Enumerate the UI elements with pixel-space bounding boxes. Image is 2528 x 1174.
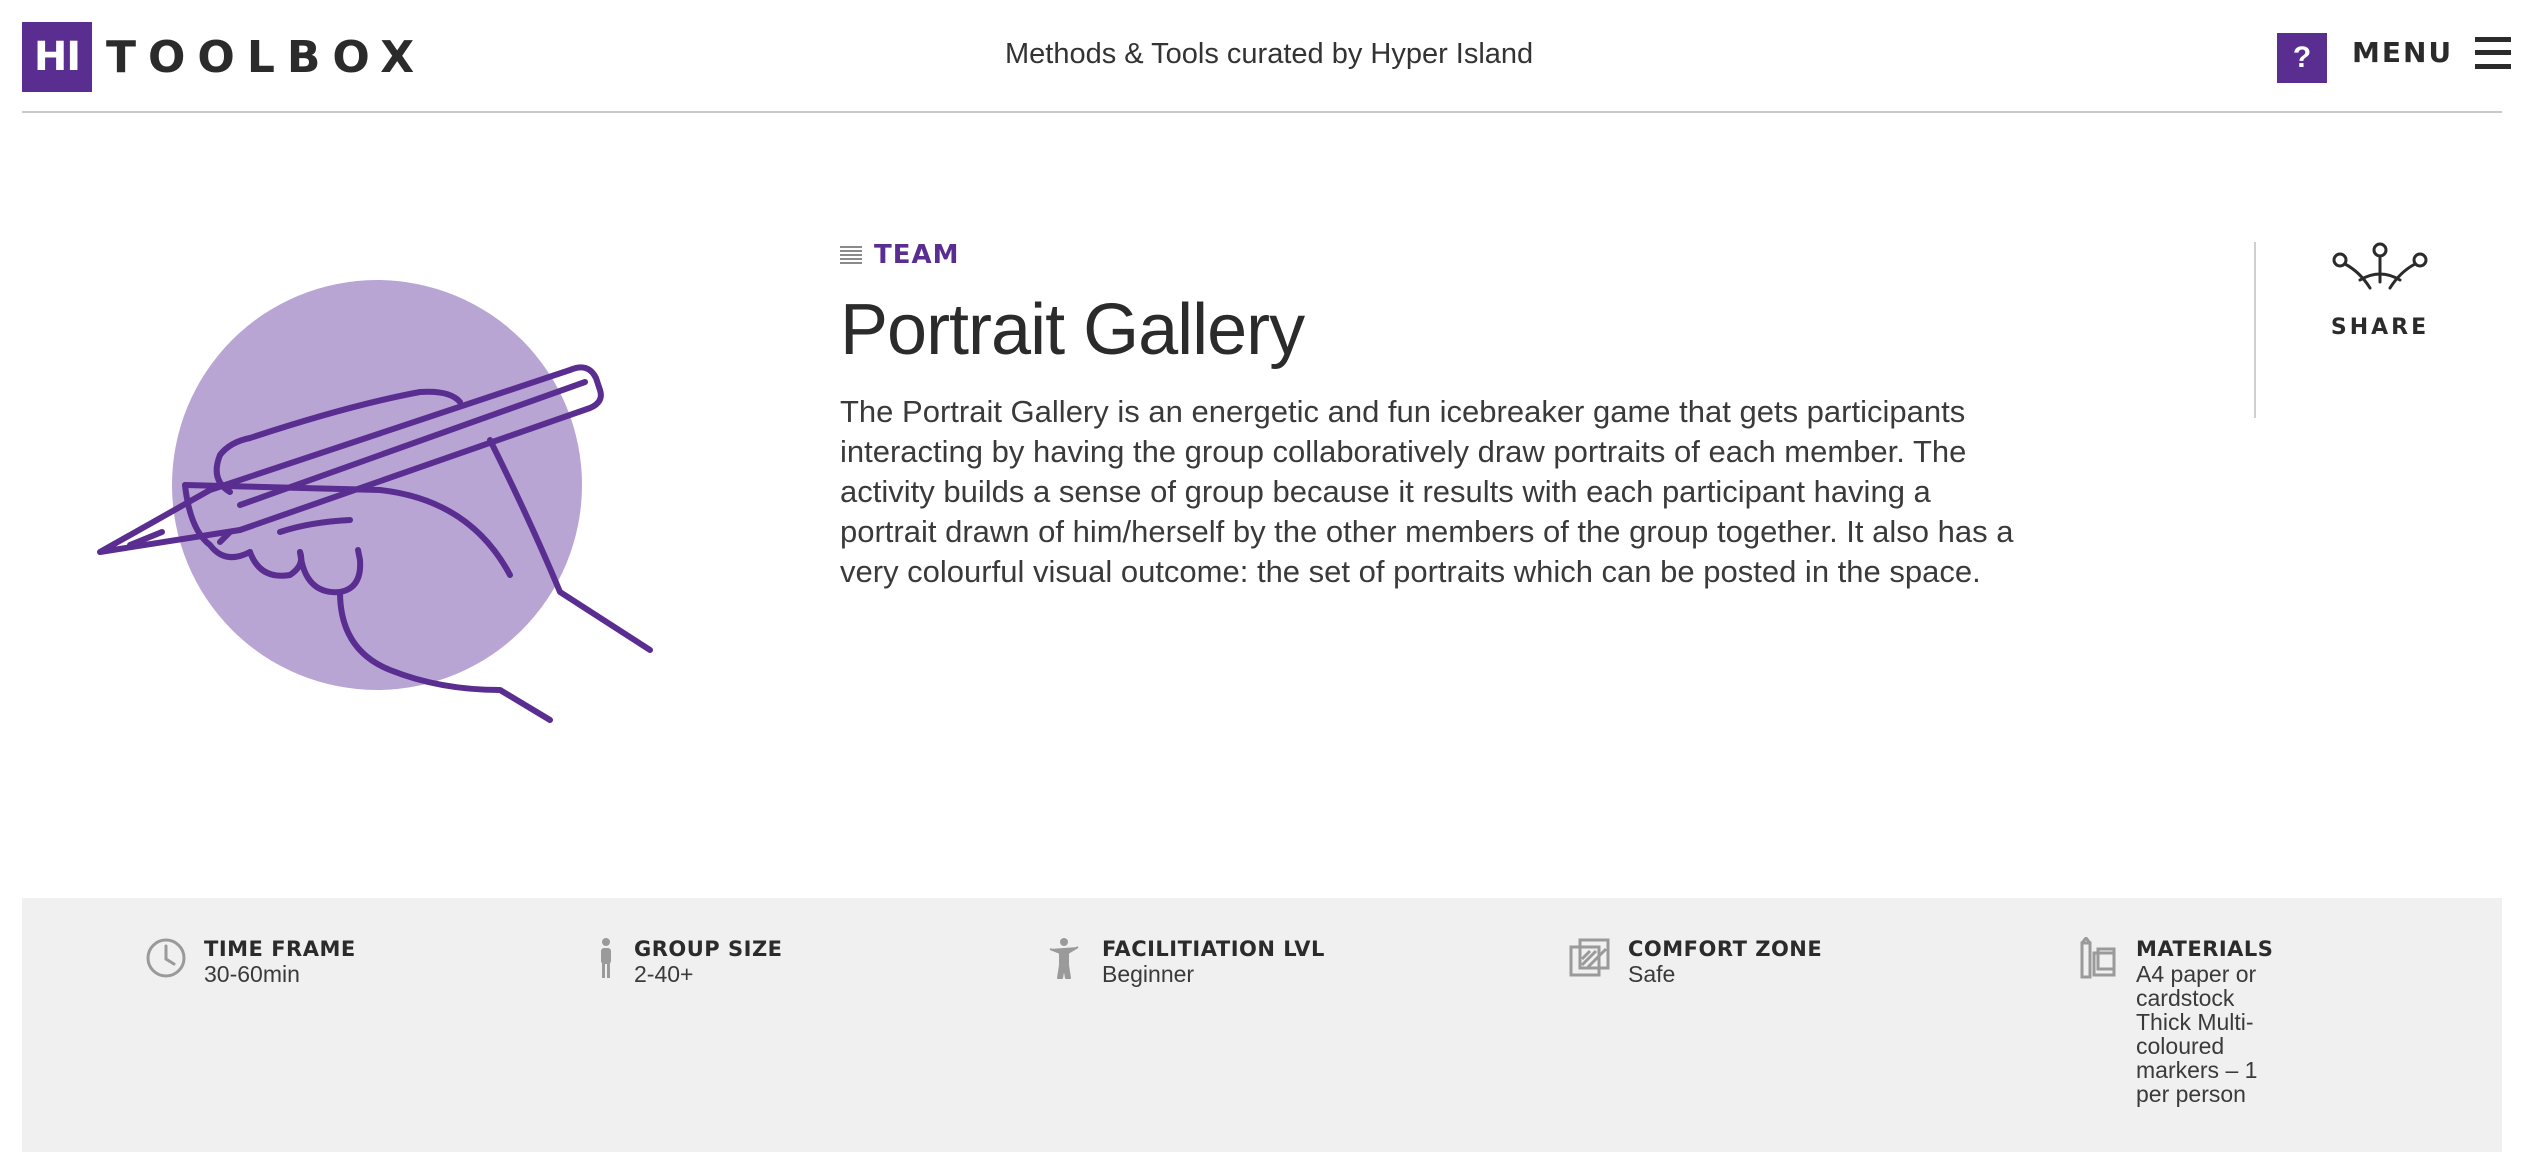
site-logo[interactable]: HI TOOLBOX: [22, 22, 426, 92]
list-icon: [840, 244, 862, 266]
share-divider: [2254, 242, 2256, 418]
info-facilitation: FACILITIATION LVL Beginner: [1042, 936, 1325, 986]
materials-label: MATERIALS: [2136, 937, 2274, 961]
hamburger-icon: [2475, 36, 2512, 69]
share-icon: [2332, 242, 2428, 290]
facilitation-value: Beginner: [1102, 961, 1195, 987]
comfort-zone-label: COMFORT ZONE: [1628, 937, 1823, 961]
category-label: TEAM: [874, 240, 960, 270]
time-frame-value: 30-60min: [204, 961, 300, 987]
clock-icon: [144, 936, 188, 980]
help-button[interactable]: ?: [2277, 33, 2327, 83]
share-label: SHARE: [2330, 315, 2430, 340]
info-time-frame: TIME FRAME 30-60min: [144, 936, 356, 986]
person-icon: [594, 936, 618, 980]
info-materials: MATERIALS A4 paper or cardstock Thick Mu…: [2076, 936, 2276, 1106]
comfort-zone-icon: [1568, 936, 1612, 980]
info-comfort-zone: COMFORT ZONE Safe: [1568, 936, 1822, 986]
menu-button[interactable]: MENU: [2352, 36, 2512, 69]
method-description: The Portrait Gallery is an energetic and…: [840, 394, 2014, 589]
materials-value: A4 paper or cardstock Thick Multi-colour…: [2136, 961, 2258, 1107]
materials-icon: [2076, 936, 2120, 980]
page-title: Portrait Gallery: [840, 290, 1305, 370]
group-size-value: 2-40+: [634, 961, 694, 987]
site-tagline: Methods & Tools curated by Hyper Island: [1005, 38, 1534, 70]
logo-wordmark: TOOLBOX: [106, 31, 427, 83]
method-illustration: [90, 230, 680, 750]
site-header: HI TOOLBOX Methods & Tools curated by Hy…: [22, 0, 2512, 113]
method-content: TEAM Portrait Gallery The Portrait Galle…: [840, 240, 2020, 592]
group-size-label: GROUP SIZE: [634, 937, 783, 961]
logo-mark: HI: [22, 22, 92, 92]
method-info-bar: TIME FRAME 30-60min GROUP SIZE 2-40+ FAC…: [22, 898, 2502, 1152]
time-frame-label: TIME FRAME: [204, 937, 356, 961]
category-tag[interactable]: TEAM: [840, 240, 2020, 270]
facilitation-label: FACILITIATION LVL: [1102, 937, 1325, 961]
hand-drawing-pen-icon: [97, 280, 653, 723]
info-group-size: GROUP SIZE 2-40+: [594, 936, 783, 986]
facilitator-icon: [1042, 936, 1086, 980]
menu-label: MENU: [2352, 36, 2454, 69]
share-button[interactable]: SHARE: [2330, 240, 2430, 340]
comfort-zone-value: Safe: [1628, 961, 1676, 987]
